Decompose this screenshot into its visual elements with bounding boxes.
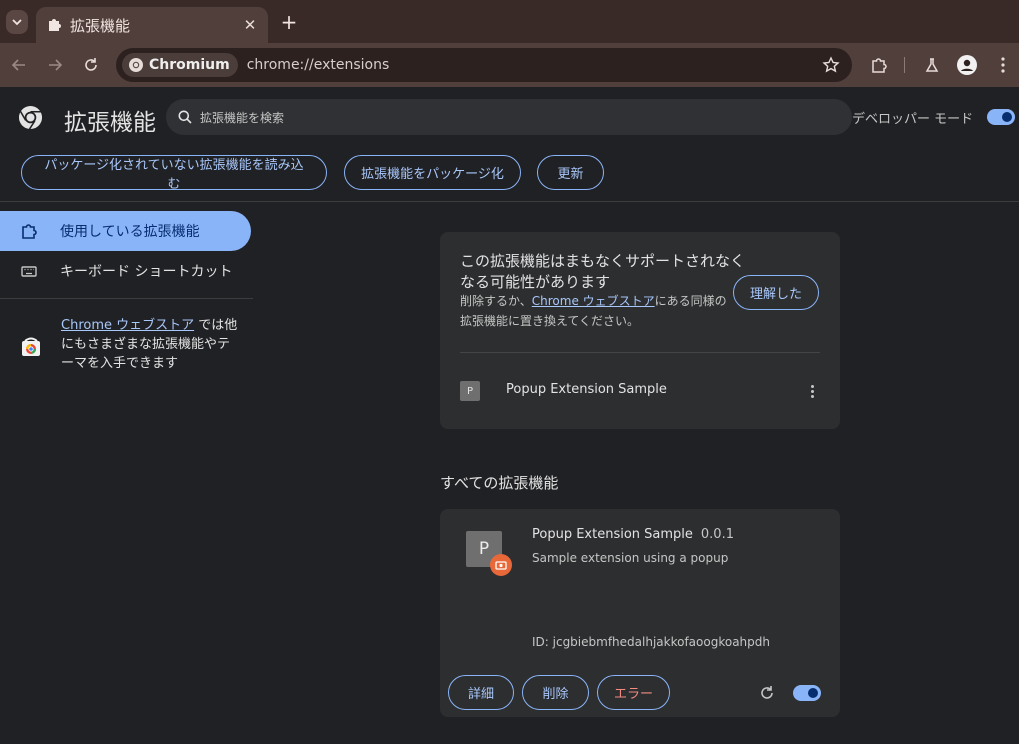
more-options-icon[interactable]	[804, 382, 820, 400]
forward-button[interactable]	[42, 52, 68, 78]
sidebar-divider	[0, 298, 253, 299]
extension-name: Popup Extension Sample	[506, 382, 667, 397]
url-text: chrome://extensions	[246, 57, 390, 73]
pack-extension-button[interactable]: 拡張機能をパッケージ化	[344, 155, 521, 190]
errors-button[interactable]: エラー	[597, 675, 670, 710]
extension-card: P Popup Extension Sample 0.0.1 Sample ext…	[440, 509, 840, 717]
address-bar[interactable]: Chromium chrome://extensions	[116, 48, 852, 82]
browser-menu-button[interactable]	[990, 52, 1016, 78]
chrome-logo-icon	[18, 105, 43, 130]
toolbar-separator	[904, 57, 905, 73]
site-chip-label: Chromium	[149, 57, 230, 73]
flask-icon	[925, 58, 939, 72]
sidebar-item-label: キーボード ショートカット	[60, 264, 233, 280]
reload-icon	[85, 58, 97, 71]
kebab-menu-icon	[1001, 57, 1005, 73]
section-title: すべての拡張機能	[440, 474, 559, 492]
sidebar-item-label: 使用している拡張機能	[60, 224, 200, 240]
extensions-menu-button[interactable]	[866, 52, 892, 78]
extension-id: ID: jcgbiebmfhedalhjakkofaoogkoahpdh	[532, 635, 770, 649]
star-icon[interactable]	[822, 56, 840, 74]
arrow-left-icon	[11, 59, 25, 71]
search-icon	[178, 110, 192, 124]
tab-strip: 拡張機能 ✕ +	[0, 0, 1019, 43]
tab-extensions[interactable]: 拡張機能 ✕	[36, 7, 268, 43]
sidebar-item-keyboard-shortcuts[interactable]: キーボード ショートカット	[0, 251, 251, 291]
tab-search-button[interactable]	[6, 10, 28, 34]
deprecation-warning-card: この拡張機能はまもなくサポートされなくなる可能性があります 削除するか、Chro…	[440, 232, 840, 429]
page-title: 拡張機能	[64, 110, 156, 136]
warning-description: 削除するか、Chrome ウェブストアにある同様の拡張機能に置き換えてください。	[460, 291, 735, 331]
developer-mode-label: デベロッパー モード	[852, 112, 974, 127]
chromium-logo-icon	[129, 58, 143, 72]
close-icon[interactable]: ✕	[240, 15, 260, 35]
keyboard-icon	[21, 266, 37, 277]
card-divider	[460, 352, 820, 353]
webstore-link[interactable]: Chrome ウェブストア	[61, 318, 194, 333]
acknowledge-button[interactable]: 理解した	[733, 275, 819, 310]
profile-button[interactable]	[954, 52, 980, 78]
new-tab-button[interactable]: +	[278, 10, 300, 34]
reload-button[interactable]	[78, 52, 104, 78]
arrow-right-icon	[49, 59, 63, 71]
extension-enable-toggle[interactable]	[793, 685, 821, 701]
extension-version: 0.0.1	[700, 527, 734, 542]
load-unpacked-button[interactable]: パッケージ化されていない拡張機能を読み込む	[21, 155, 327, 191]
tab-title: 拡張機能	[70, 16, 131, 35]
puzzle-icon	[22, 224, 37, 239]
site-chip[interactable]: Chromium	[122, 53, 238, 77]
sidebar-item-my-extensions[interactable]: 使用している拡張機能	[0, 211, 251, 251]
extension-icon: P	[460, 381, 480, 401]
warning-title: この拡張機能はまもなくサポートされなくなる可能性があります	[460, 252, 746, 291]
developer-mode-toggle[interactable]	[987, 109, 1015, 125]
browser-toolbar: Chromium chrome://extensions	[0, 43, 1019, 87]
chevron-down-icon	[12, 19, 22, 26]
webstore-link[interactable]: Chrome ウェブストア	[532, 294, 655, 308]
reload-icon[interactable]	[758, 684, 776, 702]
avatar-icon	[957, 55, 977, 75]
remove-button[interactable]: 削除	[522, 675, 589, 710]
details-button[interactable]: 詳細	[448, 675, 514, 710]
webstore-icon	[22, 337, 40, 356]
extension-description: Sample extension using a popup	[532, 551, 729, 565]
puzzle-icon	[49, 19, 61, 31]
policy-badge-icon	[490, 554, 512, 576]
warning-desc-prefix: 削除するか、	[460, 294, 532, 308]
puzzle-icon	[872, 58, 887, 73]
toggle-knob	[1002, 112, 1012, 122]
back-button[interactable]	[6, 52, 32, 78]
labs-button[interactable]	[919, 52, 945, 78]
update-button[interactable]: 更新	[537, 155, 604, 190]
extension-name-row: Popup Extension Sample 0.0.1	[532, 527, 734, 542]
extension-name: Popup Extension Sample	[532, 527, 693, 542]
webstore-promo-text: Chrome ウェブストア では他にもさまざまな拡張機能やテーマを入手できます	[61, 316, 241, 373]
search-placeholder: 拡張機能を検索	[200, 110, 285, 125]
toggle-knob	[808, 688, 818, 698]
extensions-header: 拡張機能 拡張機能を検索 デベロッパー モード パッケージ化されていない拡張機能…	[0, 88, 1019, 202]
search-input[interactable]: 拡張機能を検索	[166, 99, 852, 135]
